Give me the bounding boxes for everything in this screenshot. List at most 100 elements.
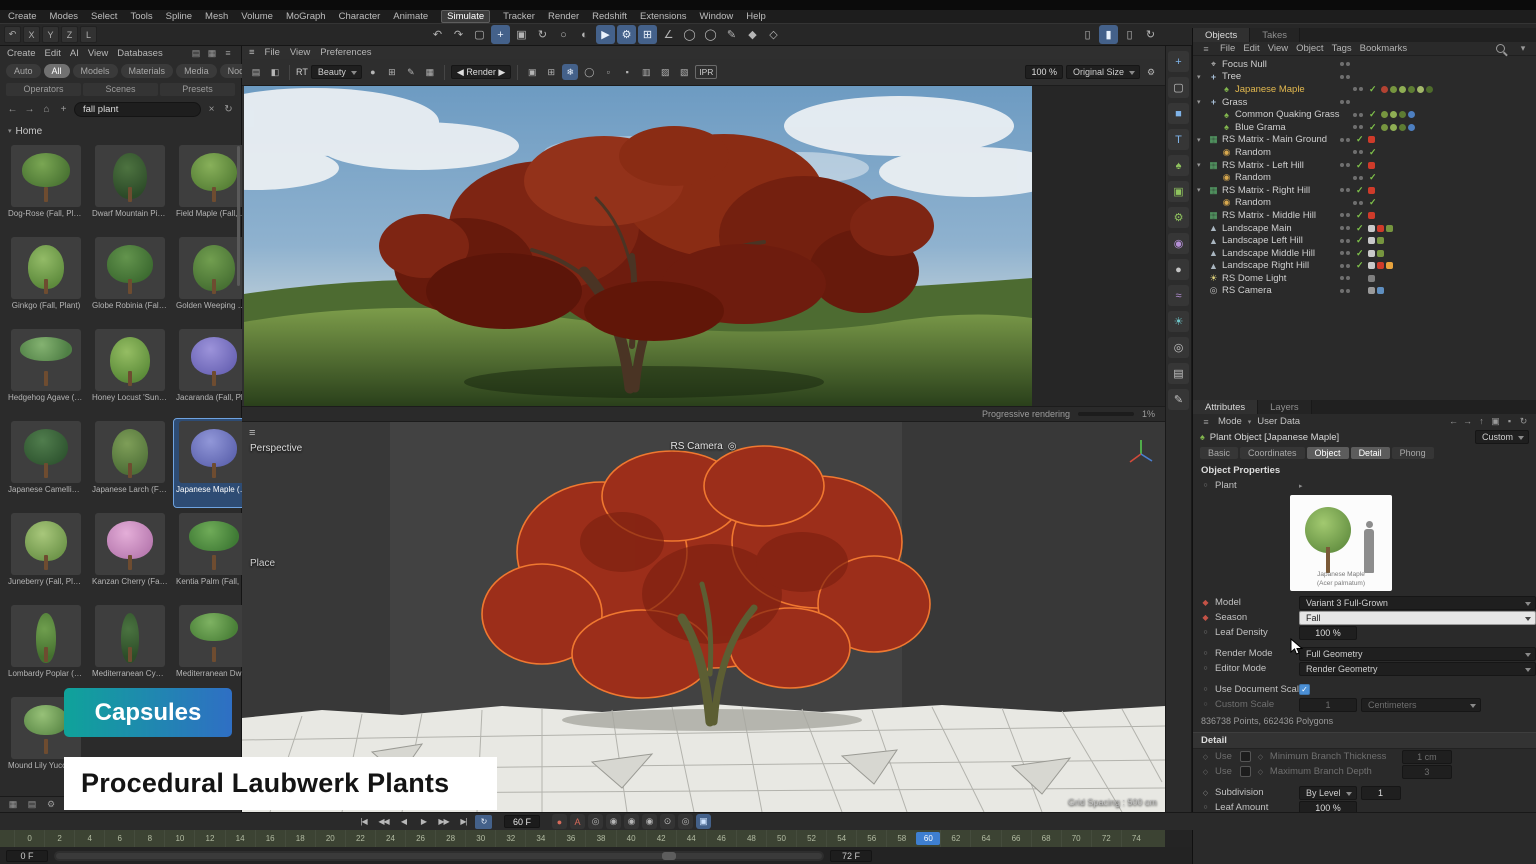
cloner-icon[interactable]: ◉	[1168, 233, 1189, 254]
panel-menu-icon[interactable]: ≡	[249, 47, 255, 58]
grid-icon[interactable]: ⊞	[384, 64, 400, 80]
min-branch-field[interactable]: 1 cm	[1402, 750, 1452, 764]
enabled-check-icon[interactable]: ✓	[1369, 122, 1381, 133]
frame-number[interactable]: 20	[315, 830, 345, 847]
panel-menu-icon[interactable]: ≡	[1200, 44, 1212, 54]
workplane-button[interactable]: ◯	[701, 25, 720, 44]
object-name[interactable]: Random	[1233, 172, 1353, 183]
search-icon[interactable]	[1496, 44, 1505, 53]
frame-number[interactable]: 26	[405, 830, 435, 847]
frame-number[interactable]: 8	[134, 830, 164, 847]
asset-item[interactable]: Honey Locust 'Sunbur...	[90, 327, 170, 415]
select-region-b-icon[interactable]: ▪	[619, 64, 635, 80]
asset-category-tab[interactable]: Presets	[160, 83, 235, 96]
enabled-check-icon[interactable]: ✓	[1356, 235, 1368, 246]
sky-light-icon[interactable]: ☀	[1168, 311, 1189, 332]
render-stepper[interactable]: ◀ Render ▶	[451, 65, 511, 79]
object-name[interactable]: RS Dome Light	[1220, 273, 1340, 284]
coordinate-system-button[interactable]: ◐	[575, 25, 594, 44]
visibility-dots[interactable]	[1340, 226, 1356, 230]
frame-number[interactable]: 24	[375, 830, 405, 847]
tag-swatches[interactable]	[1381, 199, 1473, 206]
chevron-right-icon[interactable]: ▸	[1299, 482, 1303, 490]
frame-number[interactable]: 36	[555, 830, 585, 847]
frame-number[interactable]: 50	[766, 830, 796, 847]
asset-menu-databases[interactable]: Databases	[117, 48, 162, 59]
frame-number[interactable]: 28	[435, 830, 465, 847]
asset-category-tab[interactable]: Scenes	[83, 83, 158, 96]
capsule-b-button[interactable]: ◇	[764, 25, 783, 44]
grid-view-icon[interactable]: ▦	[206, 48, 218, 59]
menu-item[interactable]: Window	[700, 11, 734, 22]
object-name[interactable]: RS Matrix - Right Hill	[1220, 185, 1340, 196]
save-image-icon[interactable]: ▤	[248, 64, 264, 80]
tag-swatches[interactable]	[1368, 237, 1460, 244]
field-icon[interactable]: ≈	[1168, 285, 1189, 306]
expand-arrow-icon[interactable]: ▾	[1197, 136, 1207, 144]
menu-item[interactable]: Create	[8, 11, 37, 22]
frame-number[interactable]: 4	[74, 830, 104, 847]
plant-tool-icon[interactable]: ♠	[1168, 155, 1189, 176]
goto-start-button[interactable]: |◀	[355, 815, 372, 829]
asset-item[interactable]: Dog-Rose (Fall, Plant)	[6, 143, 86, 231]
enabled-check-icon[interactable]: ✓	[1369, 109, 1381, 120]
frame-number[interactable]: 46	[706, 830, 736, 847]
visibility-dots[interactable]	[1340, 62, 1356, 66]
asset-item[interactable]: Japanese Camellia (Fal...	[6, 419, 86, 507]
current-frame-field[interactable]: 60 F	[504, 815, 540, 828]
camera-orbit-icon[interactable]: ◎	[728, 441, 737, 452]
visibility-dots[interactable]	[1340, 213, 1356, 217]
object-row[interactable]: ▾ ▲ Landscape Main ✓	[1193, 222, 1536, 235]
tag-swatches[interactable]	[1381, 124, 1473, 131]
panel-menu-icon[interactable]: ≡	[1200, 417, 1212, 427]
frame-number[interactable]: 30	[465, 830, 495, 847]
position-key-button[interactable]: ◉	[606, 814, 621, 829]
frame-number[interactable]: 12	[194, 830, 224, 847]
undo-button[interactable]: ↶	[428, 25, 447, 44]
frame-number[interactable]: 58	[886, 830, 916, 847]
dot-grid-icon[interactable]: ⊞	[543, 64, 559, 80]
enabled-check-icon[interactable]: ✓	[1369, 147, 1381, 158]
tag-swatches[interactable]	[1368, 162, 1460, 169]
tag-swatches[interactable]	[1368, 275, 1460, 282]
object-name[interactable]: Focus Null	[1220, 59, 1340, 70]
coord-system-toggle[interactable]: L	[80, 26, 97, 43]
object-row[interactable]: ▾ ▲ Landscape Right Hill ✓	[1193, 260, 1536, 273]
editor-mode-dropdown[interactable]: Render Geometry	[1299, 662, 1536, 676]
histogram-icon[interactable]: ▨	[657, 64, 673, 80]
rotation-key-button[interactable]: ◉	[642, 814, 657, 829]
filter-icon[interactable]: ▾	[1517, 43, 1529, 54]
manager-tab[interactable]: Takes	[1250, 28, 1300, 42]
last-tool-button[interactable]: ○	[554, 25, 573, 44]
asset-menu-ai[interactable]: AI	[70, 48, 79, 59]
object-row[interactable]: ▾ ☀ RS Dome Light ✓	[1193, 272, 1536, 285]
crop-icon[interactable]: ▦	[422, 64, 438, 80]
section-tab[interactable]: Object	[1307, 447, 1349, 459]
asset-menu-create[interactable]: Create	[7, 48, 36, 59]
detail-section-header[interactable]: Detail	[1193, 732, 1536, 749]
visibility-dots[interactable]	[1353, 176, 1369, 180]
frame-number[interactable]: 64	[970, 830, 1000, 847]
tag-swatches[interactable]	[1381, 149, 1473, 156]
compare-ab-icon[interactable]: ◧	[267, 64, 283, 80]
viewport-panel-menu-icon[interactable]: ≡	[249, 427, 255, 439]
layout-panel-right-button[interactable]: ▯	[1120, 25, 1139, 44]
type-tool-icon[interactable]: T	[1168, 129, 1189, 150]
frame-number[interactable]: 66	[1001, 830, 1031, 847]
keyframe-selection-button[interactable]: ◎	[588, 814, 603, 829]
volume-builder-icon[interactable]: ▣	[1168, 181, 1189, 202]
visibility-dots[interactable]	[1353, 150, 1369, 154]
season-dropdown[interactable]: Fall	[1299, 611, 1536, 625]
back-icon[interactable]: ←	[1448, 416, 1459, 427]
material-preview-icon[interactable]: ●	[365, 64, 381, 80]
render-settings-icon[interactable]: ⚙	[1143, 64, 1159, 80]
next-frame-button[interactable]: ▶▶	[435, 815, 452, 829]
attribute-tab[interactable]: Attributes	[1193, 400, 1258, 414]
tag-swatches[interactable]	[1368, 212, 1460, 219]
aov-icon[interactable]: ▧	[676, 64, 692, 80]
enabled-check-icon[interactable]: ✓	[1356, 260, 1368, 271]
lock-render-icon[interactable]: ▣	[524, 64, 540, 80]
home-icon[interactable]: ⌂	[40, 104, 53, 115]
asset-filter-tab[interactable]: Media	[176, 64, 217, 78]
menu-item[interactable]: MoGraph	[286, 11, 326, 22]
